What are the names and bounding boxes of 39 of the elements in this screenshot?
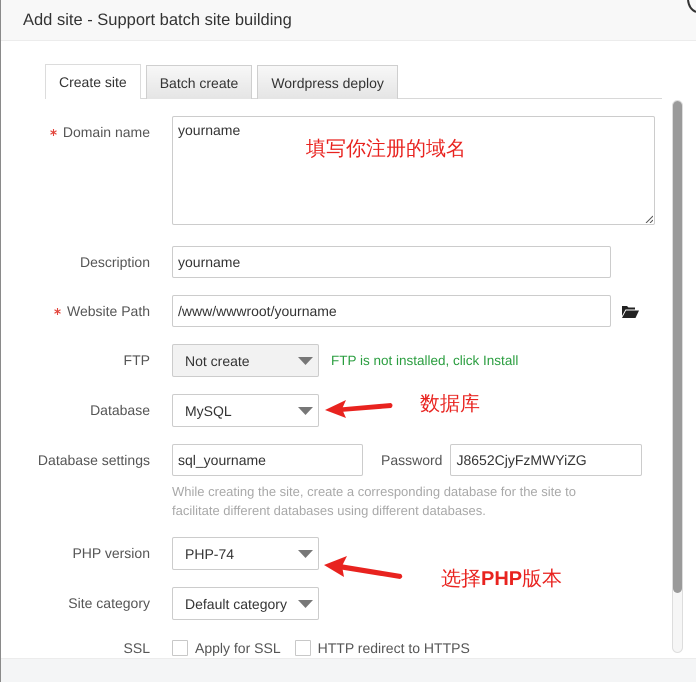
scrollbar-thumb[interactable]	[673, 101, 682, 593]
field-label: SSL	[124, 640, 150, 656]
dropdown[interactable]: Default category	[172, 587, 319, 620]
annotation-text: 填写你注册的域名	[306, 136, 466, 160]
round-button-icon[interactable]	[687, 0, 696, 13]
dropdown[interactable]: MySQL	[172, 394, 319, 427]
field-label: Description	[80, 254, 150, 270]
annotation-text: 数据库	[420, 391, 480, 415]
arrow-icon	[325, 399, 394, 419]
checkbox-label[interactable]: Apply for SSL	[195, 640, 281, 656]
tab[interactable]: Batch create	[146, 65, 252, 99]
field-label: Database settings	[38, 452, 150, 468]
text-field[interactable]: yourname	[172, 246, 611, 278]
caret-icon	[298, 600, 313, 608]
caret-icon	[298, 550, 313, 558]
hint-text: While creating the site, create a corresponding database for the site to facilitate different databases using different databases.	[172, 483, 577, 520]
database-name-field[interactable]: sql_yourname	[172, 444, 363, 476]
path-field[interactable]: /www/wwwroot/yourname	[172, 295, 611, 327]
checkbox[interactable]	[172, 640, 188, 656]
field-label: Database	[90, 402, 150, 418]
tab[interactable]: Create site	[45, 64, 141, 99]
caret-icon	[298, 406, 313, 414]
field-label: PHP version	[72, 545, 150, 561]
tab[interactable]: Wordpress deploy	[257, 65, 398, 99]
checkbox[interactable]	[294, 640, 311, 656]
dropdown[interactable]: PHP-74	[172, 537, 319, 570]
checkbox-label[interactable]: HTTP redirect to HTTPS	[318, 640, 470, 656]
field-label: Domain name	[62, 124, 150, 140]
folder-icon[interactable]	[622, 304, 639, 318]
annotation-text: 选择PHP版本	[441, 566, 562, 591]
password-field[interactable]: J8652CjyFzMWYiZG	[450, 444, 642, 476]
resize-grip-icon[interactable]	[645, 215, 653, 223]
window-title: Add site - Support batch site building	[23, 10, 292, 30]
field-label: Website Path	[66, 303, 150, 319]
scrollbar-track[interactable]	[672, 100, 683, 653]
caret-icon	[298, 356, 313, 364]
field-label: Site category	[68, 595, 150, 611]
field-label: FTP	[124, 352, 150, 368]
password-label: Password	[381, 452, 442, 468]
